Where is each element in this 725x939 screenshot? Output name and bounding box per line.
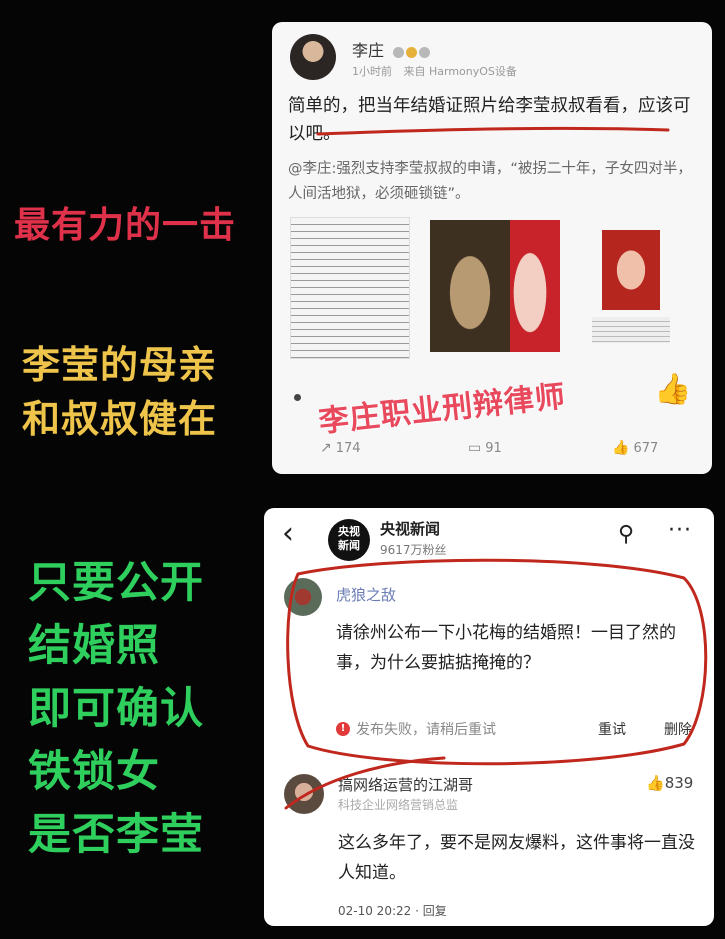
caption-line: 只要公开 [28,558,204,608]
post-action-bar: ↗ 174 ▭ 91 👍 677 [272,436,712,464]
comment-text: 请徐州公布一下小花梅的结婚照！一目了然的事，为什么要掂掂掩掩的？ [336,623,676,673]
commenter-avatar[interactable] [284,774,324,814]
comment-count: 91 [485,441,502,456]
author-badges [393,42,432,61]
comment-timestamp[interactable]: 02-10 20:22 · 回复 [338,902,447,919]
retry-button[interactable]: 重试 [598,719,626,739]
caption-strongest-blow: 最有力的一击 [14,205,237,246]
caption-line: 是否李莹 [28,810,204,860]
verified-badge-icon [393,47,405,58]
photo-caption-text [592,317,670,343]
repost-icon: ↗ [320,440,332,456]
lawyer-watermark: 李庄职业刑辩律师 [317,379,568,440]
photo-face-2[interactable] [510,220,560,352]
member-badge-icon [419,47,431,58]
photo-face-3[interactable] [602,230,660,310]
account-name[interactable]: 央视新闻 [380,518,440,539]
quoted-post[interactable]: @李庄:强烈支持李莹叔叔的申请，“被拐二十年，子女四对半，人间活地狱，必须砸锁链… [288,157,698,207]
back-arrow-icon[interactable]: ‹ [282,516,294,551]
commenter-name[interactable]: 搞网络运营的江湖哥 [338,774,473,795]
publish-failed-notice: 发布失败，请稍后重试 [356,722,496,738]
caption-line: 结婚照 [28,621,160,671]
cctv-comments-card: ‹ 央视 新闻 央视新闻 9617万粉丝 ⚲ ··· 虎狼之敌 请徐州公布一下小… [264,508,714,926]
commenter-avatar[interactable] [284,578,322,616]
account-avatar[interactable]: 央视 新闻 [328,519,370,561]
caption-marriage-photo: 只要公开 结婚照 即可确认 铁锁女 是否李莹 [28,552,204,867]
author-avatar[interactable] [290,34,336,80]
like-count: 677 [633,441,659,456]
comment-text: 这么多年了，要不是网友爆料，这件事将一直没人知道。 [338,833,695,883]
like-icon: 👍 [646,774,665,792]
more-options-icon[interactable]: ··· [668,518,692,543]
author-name[interactable]: 李庄 [352,37,432,61]
post-meta: 1小时前 来自 HarmonyOS设备 [352,63,525,79]
weibo-post-card: 李庄 1小时前 来自 HarmonyOS设备 简单的，把当年结婚证照片给李莹叔叔… [272,22,712,474]
caption-mother-uncle: 李莹的母亲 和叔叔健在 [22,338,217,446]
like-icon: 👍 [612,440,630,456]
comment-icon: ▭ [468,440,482,456]
comment-like-button[interactable]: 👍839 [646,774,693,792]
post-time: 1小时前 [352,65,392,78]
error-icon: ! [336,722,350,736]
avatar-text: 央视 [338,525,360,538]
caption-line: 铁锁女 [28,747,160,797]
commenter-title: 科技企业网络营销总监 [338,798,459,812]
caption-line: 和叔叔健在 [22,397,218,441]
underline-annotation [316,126,670,136]
bullet-dot [294,394,301,401]
delete-button[interactable]: 删除 [664,719,692,739]
document-image[interactable] [290,217,410,359]
level-badge-icon [406,47,418,58]
photo-face-1[interactable] [430,220,510,352]
post-source: 来自 HarmonyOS设备 [403,65,517,78]
follower-count: 9617万粉丝 [380,543,447,557]
caption-line: 李莹的母亲 [22,343,218,387]
comment-like-count: 839 [664,774,694,792]
search-icon[interactable]: ⚲ [618,522,634,547]
thumbs-up-emoji-icon: 👍 [654,372,692,407]
comment-button[interactable]: ▭ 91 [468,440,502,456]
avatar-text: 新闻 [338,539,360,552]
caption-line: 即可确认 [28,684,204,734]
like-button[interactable]: 👍 677 [612,440,658,456]
repost-button[interactable]: ↗ 174 [320,440,361,456]
commenter-name[interactable]: 虎狼之敌 [336,584,396,605]
repost-count: 174 [335,441,361,456]
author-name-text: 李庄 [352,41,385,60]
